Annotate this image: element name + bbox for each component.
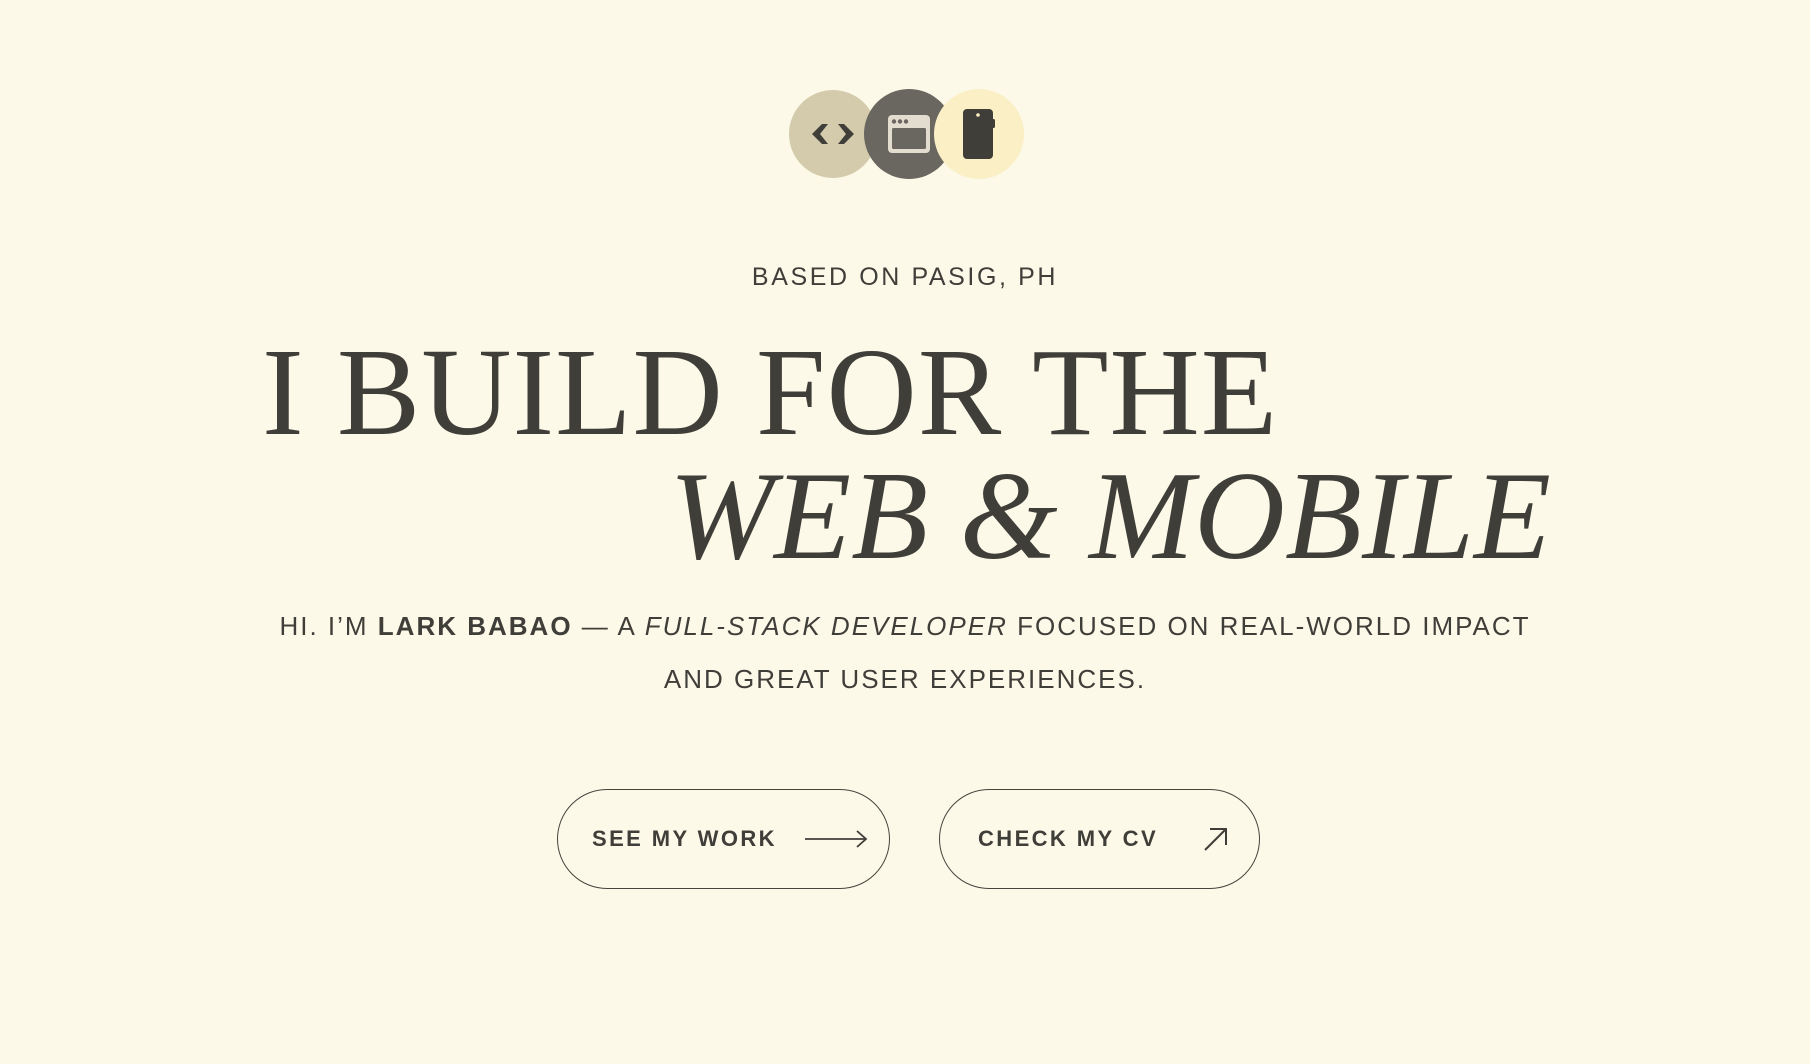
developer-role: FULL-STACK DEVELOPER <box>644 611 1008 641</box>
intro-middle: — A <box>572 611 645 641</box>
mobile-phone-icon <box>934 89 1024 179</box>
headline-line-2: WEB & MOBILE <box>669 447 1551 586</box>
check-my-cv-button[interactable]: CHECK MY CV <box>939 789 1260 889</box>
see-my-work-label: SEE MY WORK <box>592 826 777 851</box>
arrow-right-icon <box>804 830 868 848</box>
check-my-cv-label: CHECK MY CV <box>978 826 1159 851</box>
intro-text: HI. I’M LARK BABAO — A FULL-STACK DEVELO… <box>270 600 1540 706</box>
intro-prefix: HI. I’M <box>279 611 378 641</box>
location-label: BASED ON PASIG, PH <box>751 263 1059 291</box>
developer-name: LARK BABAO <box>377 611 573 641</box>
see-my-work-button[interactable]: SEE MY WORK <box>557 789 890 889</box>
external-link-arrow-icon <box>1204 828 1228 851</box>
